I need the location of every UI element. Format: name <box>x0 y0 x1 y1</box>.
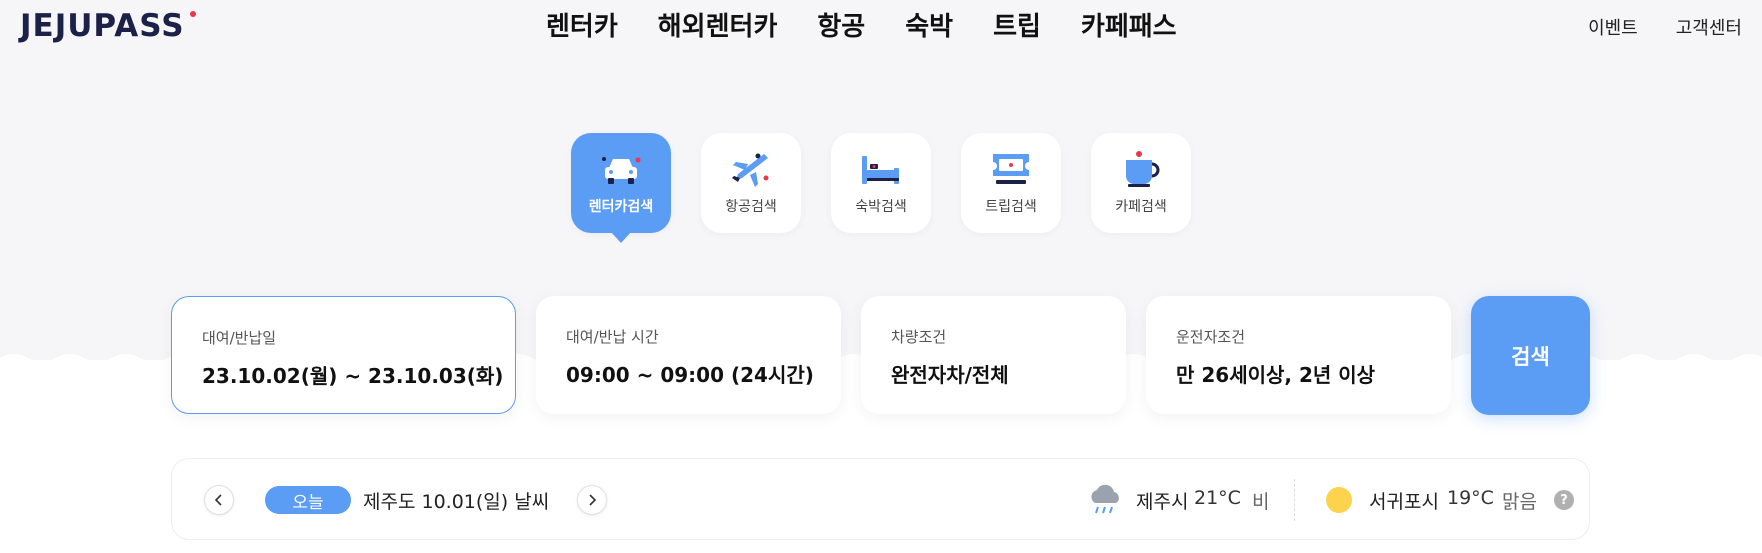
airplane-icon <box>732 153 769 187</box>
field-value: 23.10.02(월) ~ 23.10.03(화) <box>202 364 504 388</box>
rental-time-field[interactable]: 대여/반납 시간 09:00 ~ 09:00 (24시간) <box>536 296 841 414</box>
rental-dates-field[interactable]: 대여/반납일 23.10.02(월) ~ 23.10.03(화) <box>171 296 516 414</box>
tab-label: 렌터카검색 <box>588 199 654 215</box>
search-button[interactable]: 검색 <box>1471 296 1590 415</box>
coffee-cup-icon <box>1126 151 1160 187</box>
tab-label: 카페검색 <box>1115 199 1167 215</box>
logo[interactable]: JEJUPASS <box>20 8 185 44</box>
main-nav: 렌터카 해외렌터카 항공 숙박 트립 카페패스 <box>546 6 1177 42</box>
field-label: 운전자조건 <box>1176 328 1246 346</box>
field-label: 대여/반납일 <box>202 329 277 347</box>
weather-bar: 오늘 제주도 10.01(일) 날씨 제주시 21°C 비 서귀포시 19°C … <box>171 458 1590 540</box>
temp-jeju: 21°C <box>1194 487 1241 509</box>
nav-item-overseas-rentcar[interactable]: 해외렌터카 <box>658 6 778 43</box>
tab-trip-search[interactable]: 트립검색 <box>961 133 1061 233</box>
tab-label: 트립검색 <box>985 199 1037 215</box>
car-icon <box>602 157 641 184</box>
driver-condition-field[interactable]: 운전자조건 만 26세이상, 2년 이상 <box>1146 296 1451 414</box>
condition-jeju: 비 <box>1252 491 1270 513</box>
weather-date: 제주도 10.01(일) 날씨 <box>363 491 550 513</box>
next-day-button[interactable] <box>577 485 607 515</box>
nav-item-flight[interactable]: 항공 <box>817 6 865 43</box>
bed-icon <box>862 156 899 184</box>
prev-day-button[interactable] <box>204 485 234 515</box>
chevron-left-icon <box>214 494 222 506</box>
field-value: 완전자차/전체 <box>891 363 1009 387</box>
tab-cafe-search[interactable]: 카페검색 <box>1091 133 1191 233</box>
field-value: 만 26세이상, 2년 이상 <box>1176 363 1376 387</box>
temp-seogwipo: 19°C <box>1447 487 1494 509</box>
nav-item-lodging[interactable]: 숙박 <box>905 6 953 43</box>
ticket-icon <box>993 154 1029 184</box>
city-name-jeju: 제주시 <box>1136 491 1189 513</box>
nav-item-rentcar[interactable]: 렌터카 <box>546 6 618 43</box>
vehicle-condition-field[interactable]: 차량조건 완전자차/전체 <box>861 296 1126 414</box>
category-tabs: 렌터카검색 항공검색 숙박검색 트립검색 카페검색 <box>571 133 1191 243</box>
tab-label: 숙박검색 <box>855 199 907 215</box>
today-badge: 오늘 <box>265 486 351 514</box>
nav-item-trip[interactable]: 트립 <box>993 6 1041 43</box>
help-icon[interactable]: ? <box>1554 490 1574 510</box>
condition-seogwipo: 맑음 <box>1502 491 1537 513</box>
rain-cloud-icon <box>1091 484 1119 514</box>
weather-divider <box>1294 479 1295 521</box>
tab-flight-search[interactable]: 항공검색 <box>701 133 801 233</box>
event-link[interactable]: 이벤트 <box>1588 14 1638 40</box>
field-value: 09:00 ~ 09:00 (24시간) <box>566 363 814 387</box>
customer-center-link[interactable]: 고객센터 <box>1676 14 1742 40</box>
nav-item-cafepass[interactable]: 카페패스 <box>1081 6 1177 43</box>
tab-rentcar-search[interactable]: 렌터카검색 <box>571 133 671 243</box>
sun-icon <box>1326 487 1352 513</box>
city-name-seogwipo: 서귀포시 <box>1369 491 1439 513</box>
tab-lodging-search[interactable]: 숙박검색 <box>831 133 931 233</box>
tab-label: 항공검색 <box>725 199 777 215</box>
chevron-right-icon <box>589 494 597 506</box>
field-label: 대여/반납 시간 <box>566 328 659 346</box>
utility-links: 이벤트 고객센터 <box>1588 14 1742 40</box>
field-label: 차량조건 <box>891 328 947 346</box>
logo-dot <box>190 11 196 17</box>
